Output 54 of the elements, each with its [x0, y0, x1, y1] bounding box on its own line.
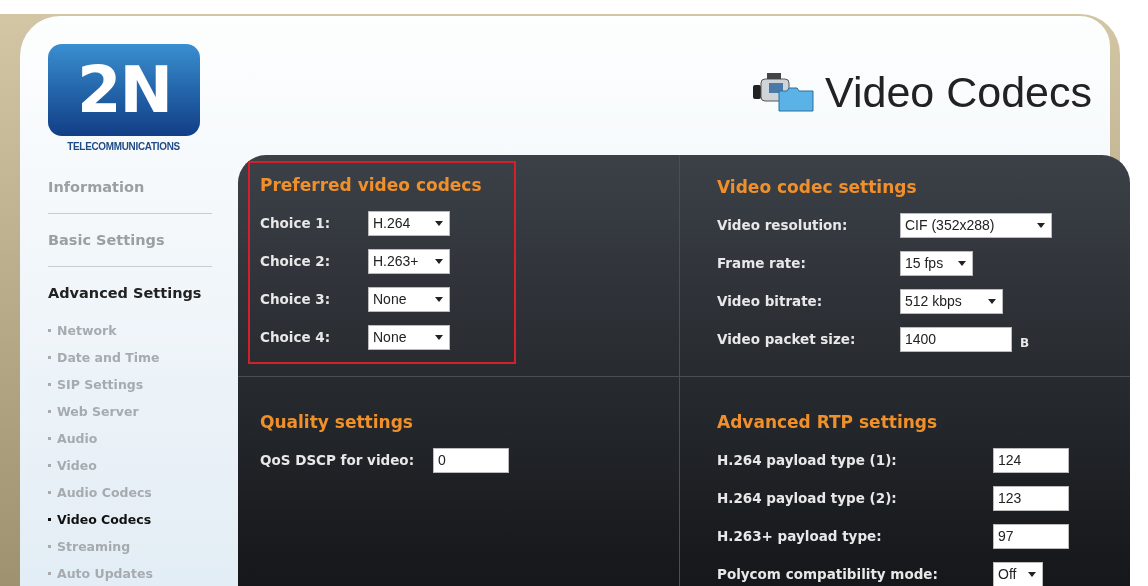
bullet-icon [48, 356, 51, 359]
dropdown[interactable]: None [368, 324, 450, 350]
dropdown[interactable]: H.263+ [368, 248, 450, 274]
field-label: Choice 1: [260, 213, 332, 233]
dropdown[interactable]: None [368, 286, 450, 312]
dropdown[interactable]: Off [993, 561, 1043, 586]
field-label: Choice 4: [260, 327, 332, 347]
input-field[interactable]: 1400 [900, 326, 1012, 352]
caret-icon [435, 220, 443, 226]
field-label: Video resolution: [717, 215, 849, 235]
caret-icon [1028, 571, 1036, 577]
logo: 2N [48, 44, 200, 136]
field-label: Video bitrate: [717, 291, 824, 311]
dropdown[interactable]: 15 fps [900, 250, 973, 276]
bullet-icon [48, 383, 51, 386]
bullet-icon [48, 329, 51, 332]
section-title: Advanced RTP settings [717, 411, 939, 434]
field-label: Choice 2: [260, 251, 332, 271]
field-label: H.264 payload type (2): [717, 488, 898, 508]
field-label: Choice 3: [260, 289, 332, 309]
bullet-icon [48, 518, 51, 521]
input-field[interactable]: 97 [993, 523, 1069, 549]
bullet-icon [48, 437, 51, 440]
dropdown[interactable]: H.264 [368, 210, 450, 236]
field-label: QoS DSCP for video: [260, 450, 416, 470]
dropdown[interactable]: CIF (352x288) [900, 212, 1052, 238]
nav-item[interactable]: Video Codecs [57, 510, 152, 529]
nav-section[interactable]: Advanced Settings [48, 285, 202, 301]
caret-icon [1037, 222, 1045, 228]
caret-icon [988, 298, 996, 304]
field-label: Polycom compatibility mode: [717, 564, 939, 584]
caret-icon [435, 296, 443, 302]
caret-icon [435, 334, 443, 340]
dropdown[interactable]: 512 kbps [900, 288, 1003, 314]
unit-label: B [1020, 335, 1030, 352]
input-field[interactable]: 123 [993, 485, 1069, 511]
input-field[interactable]: 0 [433, 447, 509, 473]
field-label: Frame rate: [717, 253, 807, 273]
section-title: Preferred video codecs [260, 174, 483, 197]
caret-icon [435, 258, 443, 264]
bullet-icon [48, 545, 51, 548]
input-field[interactable]: 124 [993, 447, 1069, 473]
bullet-icon [48, 410, 51, 413]
bullet-icon [48, 572, 51, 575]
section-title: Video codec settings [717, 176, 918, 199]
caret-icon [958, 260, 966, 266]
logo-subtitle: TELECOMMUNICATIONS [67, 139, 181, 154]
bullet-icon [48, 464, 51, 467]
section-title: Quality settings [260, 411, 414, 434]
field-label: H.264 payload type (1): [717, 450, 898, 470]
page-title: Video Codecs [825, 71, 1092, 114]
bullet-icon [48, 491, 51, 494]
field-label: H.263+ payload type: [717, 526, 883, 546]
field-label: Video packet size: [717, 329, 857, 349]
